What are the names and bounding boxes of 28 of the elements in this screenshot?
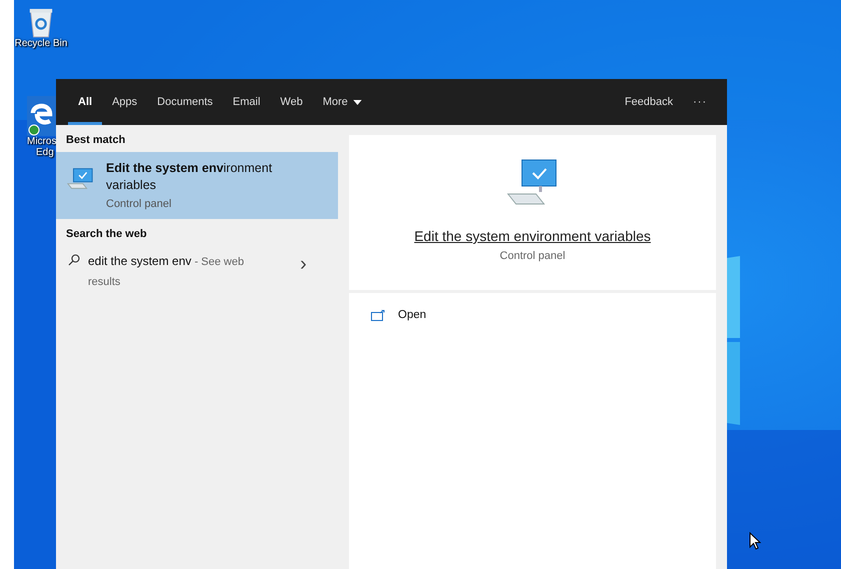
section-heading: Best match bbox=[65, 133, 126, 148]
computer-icon bbox=[506, 158, 560, 206]
preview-title-link[interactable]: Edit the system environment variables bbox=[414, 228, 651, 244]
cursor-icon bbox=[749, 532, 761, 550]
result-subtitle: Control panel bbox=[106, 198, 172, 210]
desktop-icon-label: Edg bbox=[35, 147, 54, 158]
web-result-item[interactable]: edit the system env - See web results › bbox=[56, 246, 338, 298]
result-item[interactable]: Edit the system environment variables Control panel bbox=[56, 152, 338, 219]
more-options-button[interactable]: ··· bbox=[683, 79, 717, 125]
preview-subtitle: Control panel bbox=[500, 250, 566, 262]
filter-tab[interactable]: Email bbox=[222, 79, 270, 125]
desktop-icon-label: Micros bbox=[27, 136, 56, 147]
search-icon bbox=[68, 254, 80, 266]
open-window-icon bbox=[371, 310, 385, 320]
chevron-icon: › bbox=[300, 254, 307, 274]
section-heading: Search the web bbox=[65, 227, 148, 242]
recycle-bin-icon[interactable] bbox=[27, 6, 55, 38]
filter-tab[interactable]: Documents bbox=[147, 79, 223, 125]
open-action[interactable]: Open bbox=[369, 307, 428, 323]
result-title: Edit the system environment variables bbox=[106, 160, 274, 194]
filter-tab[interactable]: Apps bbox=[102, 79, 148, 125]
web-result-text: edit the system env - See web results bbox=[88, 253, 245, 290]
filter-tab[interactable]: Web bbox=[270, 79, 313, 125]
browser-icon[interactable] bbox=[27, 96, 56, 136]
desktop-icon-label: Recycle Bin bbox=[14, 38, 68, 49]
filter-tab[interactable]: All bbox=[68, 79, 102, 125]
filter-tab[interactable]: More bbox=[312, 79, 372, 125]
feedback-button[interactable]: Feedback bbox=[614, 79, 683, 125]
